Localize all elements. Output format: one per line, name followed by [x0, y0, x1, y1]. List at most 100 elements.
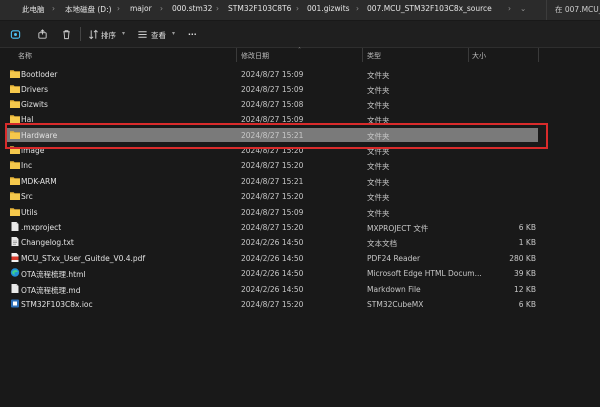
breadcrumb-gizwits[interactable]: 001.gizwits	[307, 4, 350, 13]
breadcrumb-major[interactable]: major	[130, 4, 152, 13]
list-item[interactable]: Changelog.txt 2024/2/26 14:50 文本文档 1 KB	[6, 235, 538, 249]
file-name: Gizwits	[21, 100, 48, 109]
breadcrumb-separator-icon: ›	[52, 4, 55, 13]
list-item[interactable]: MDK-ARM 2024/8/27 15:21 文件夹	[6, 174, 538, 188]
file-date: 2024/8/27 15:20	[241, 192, 304, 201]
file-date: 2024/2/26 14:50	[241, 238, 304, 247]
address-bar[interactable]: 此电脑 › 本地磁盘 (D:) › major › 000.stm32 › ST…	[0, 0, 600, 20]
cubemx-icon	[11, 299, 19, 308]
command-bar: 排序 ▾ 查看 ▾ ···	[0, 21, 600, 48]
breadcrumb-source-folder[interactable]: 007.MCU_STM32F103C8x_source	[367, 4, 492, 13]
edge-icon	[10, 268, 20, 277]
chevron-down-icon[interactable]: ▾	[172, 30, 175, 37]
folder-icon	[10, 100, 20, 108]
share-icon[interactable]	[37, 29, 48, 40]
file-size: 6 KB	[518, 300, 536, 309]
list-item[interactable]: Bootloder 2024/8/27 15:09 文件夹	[6, 67, 538, 81]
file-size: 6 KB	[518, 223, 536, 232]
folder-icon	[10, 85, 20, 93]
column-header-name[interactable]: 名称	[18, 51, 32, 61]
file-type: 文件夹	[367, 71, 390, 80]
file-size: 39 KB	[514, 269, 536, 278]
breadcrumb-this-pc[interactable]: 此电脑	[22, 4, 45, 15]
column-header-size[interactable]: 大小	[472, 51, 486, 61]
file-name: Changelog.txt	[21, 238, 74, 247]
breadcrumb-separator-icon: ›	[216, 4, 219, 13]
search-input[interactable]: 在 007.MCU_	[546, 0, 600, 20]
list-item[interactable]: Utils 2024/8/27 15:09 文件夹	[6, 205, 538, 219]
list-item[interactable]: .mxproject 2024/8/27 15:20 MXPROJECT 文件 …	[6, 220, 538, 234]
file-type: 文本文档	[367, 239, 397, 248]
file-type: PDF24 Reader	[367, 254, 421, 263]
file-date: 2024/2/26 14:50	[241, 285, 304, 294]
file-name: OTA流程梳理.html	[21, 270, 86, 279]
file-name: Src	[21, 192, 33, 201]
sort-icon[interactable]	[88, 29, 99, 40]
sort-indicator-icon: ˄	[298, 47, 301, 54]
toolbar-divider	[80, 27, 81, 41]
text-file-icon	[11, 237, 19, 246]
folder-icon	[10, 177, 20, 185]
view-button[interactable]: 查看	[151, 30, 166, 41]
file-date: 2024/2/26 14:50	[241, 269, 304, 278]
more-options-button[interactable]: ···	[188, 30, 197, 39]
list-item[interactable]: Drivers 2024/8/27 15:09 文件夹	[6, 82, 538, 96]
view-icon[interactable]	[137, 29, 148, 40]
file-name: STM32F103C8x.ioc	[21, 300, 93, 309]
address-dropdown-icon[interactable]: ⌄	[520, 4, 526, 13]
list-item[interactable]: Inc 2024/8/27 15:20 文件夹	[6, 158, 538, 172]
file-name: MDK-ARM	[21, 177, 57, 186]
search-placeholder: 在 007.MCU_	[555, 5, 600, 14]
folder-icon	[10, 115, 20, 123]
sort-button[interactable]: 排序	[101, 30, 116, 41]
file-type: 文件夹	[367, 162, 390, 171]
folder-icon	[10, 192, 20, 200]
breadcrumb-separator-icon: ›	[356, 4, 359, 13]
column-header-date[interactable]: 修改日期	[241, 51, 269, 61]
breadcrumb-separator-icon: ›	[508, 4, 511, 13]
folder-icon	[10, 70, 20, 78]
file-name: .mxproject	[21, 223, 62, 232]
file-name: Bootloder	[21, 70, 58, 79]
file-type: Microsoft Edge HTML Docum...	[367, 269, 482, 278]
list-item[interactable]: STM32F103C8x.ioc 2024/8/27 15:20 STM32Cu…	[6, 297, 538, 311]
breadcrumb-stm32f103c8t6[interactable]: STM32F103C8T6	[228, 4, 291, 13]
list-item[interactable]: OTA流程梳理.md 2024/2/26 14:50 Markdown File…	[6, 282, 538, 296]
file-icon	[11, 284, 19, 293]
file-type: Markdown File	[367, 285, 421, 294]
file-type: 文件夹	[367, 178, 390, 187]
list-item[interactable]: MCU_STxx_User_Guitde_V0.4.pdf 2024/2/26 …	[6, 251, 538, 265]
chevron-down-icon[interactable]: ▾	[122, 30, 125, 37]
file-date: 2024/8/27 15:20	[241, 300, 304, 309]
breadcrumb-separator-icon: ›	[117, 4, 120, 13]
breadcrumb-drive[interactable]: 本地磁盘 (D:)	[65, 4, 112, 15]
pdf-icon	[11, 253, 19, 262]
column-header-type[interactable]: 类型	[367, 51, 381, 61]
file-name: Inc	[21, 161, 33, 170]
file-name: Utils	[21, 208, 38, 217]
column-resize-handle[interactable]	[362, 48, 363, 62]
folder-icon	[10, 161, 20, 169]
column-resize-handle[interactable]	[538, 48, 539, 62]
ai-rename-icon[interactable]	[10, 29, 21, 40]
list-item[interactable]: Gizwits 2024/8/27 15:08 文件夹	[6, 97, 538, 111]
file-name: Drivers	[21, 85, 48, 94]
file-date: 2024/8/27 15:09	[241, 208, 304, 217]
file-date: 2024/8/27 15:21	[241, 177, 304, 186]
file-size: 1 KB	[518, 238, 536, 247]
file-icon	[11, 222, 19, 231]
file-date: 2024/8/27 15:20	[241, 161, 304, 170]
highlight-annotation	[5, 123, 548, 149]
file-size: 280 KB	[509, 254, 536, 263]
list-item[interactable]: OTA流程梳理.html 2024/2/26 14:50 Microsoft E…	[6, 266, 538, 280]
column-resize-handle[interactable]	[236, 48, 237, 62]
column-header-row: ˄ 名称 修改日期 类型 大小	[0, 47, 600, 62]
file-date: 2024/8/27 15:09	[241, 70, 304, 79]
file-name: MCU_STxx_User_Guitde_V0.4.pdf	[21, 254, 146, 263]
list-item[interactable]: Src 2024/8/27 15:20 文件夹	[6, 189, 538, 203]
column-resize-handle[interactable]	[468, 48, 469, 62]
delete-icon[interactable]	[61, 29, 72, 40]
file-type: MXPROJECT 文件	[367, 224, 429, 233]
breadcrumb-separator-icon: ›	[160, 4, 163, 13]
breadcrumb-stm32[interactable]: 000.stm32	[172, 4, 212, 13]
